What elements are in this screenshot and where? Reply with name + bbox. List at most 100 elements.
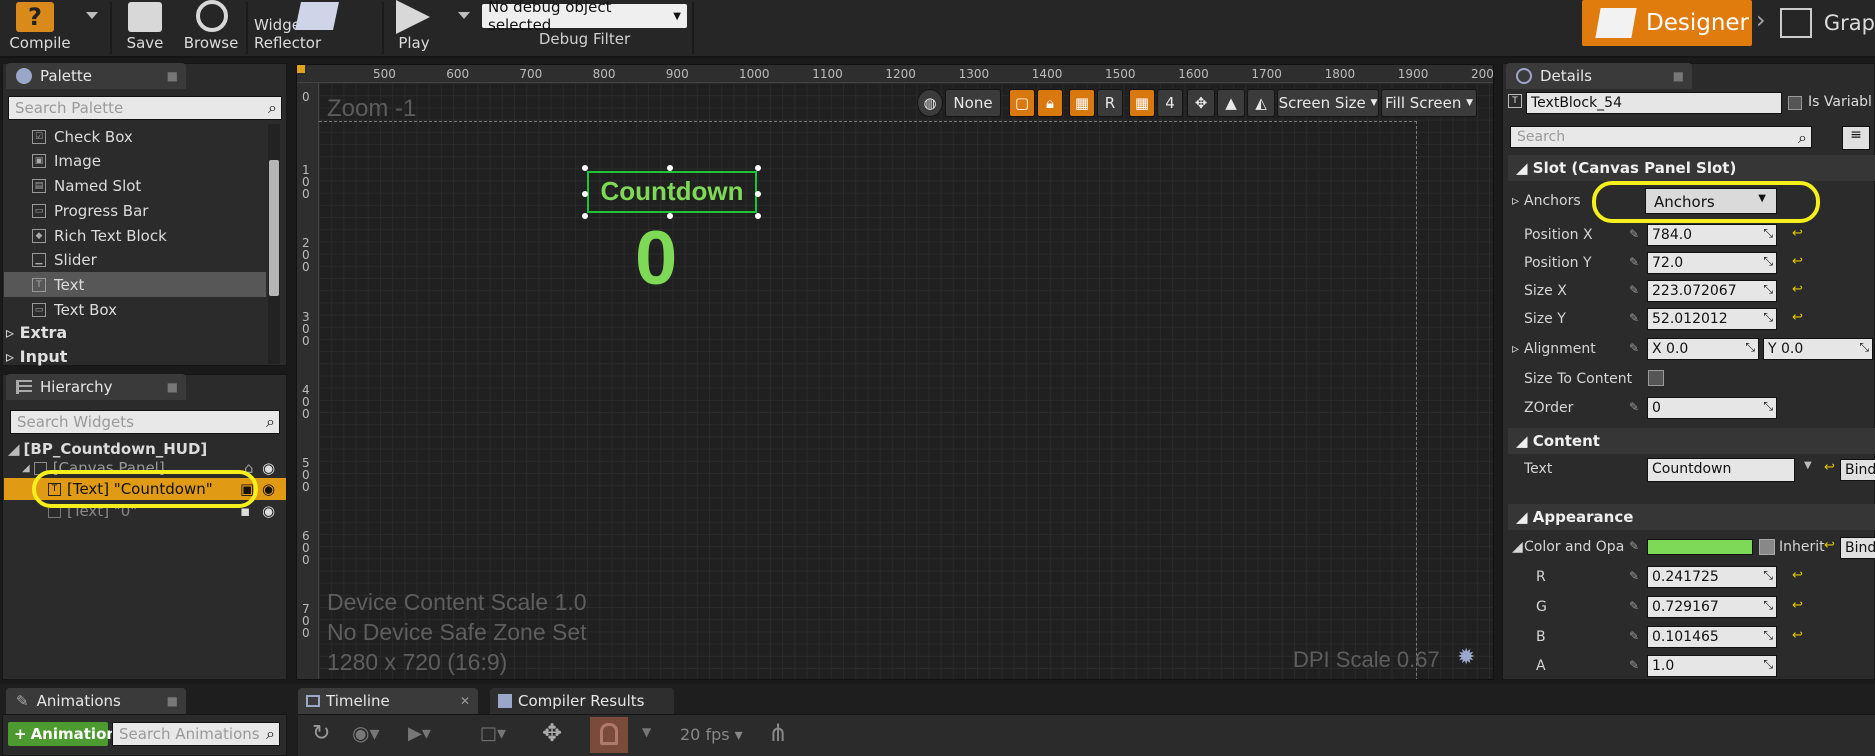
- palette-category-input[interactable]: ▹ Input: [6, 347, 67, 366]
- is-variable-checkbox[interactable]: [1788, 96, 1802, 110]
- position-x-field[interactable]: 784.0 ⤡: [1647, 224, 1777, 246]
- designer-canvas[interactable]: 500 600 700 800 900 1000 1100 1200 1300 1400 1500 1…: [296, 64, 1494, 680]
- tab-details[interactable]: Details ■: [1506, 63, 1692, 89]
- reset-icon[interactable]: ↩: [1792, 598, 1803, 613]
- resize-handle[interactable]: [755, 213, 761, 219]
- palette-item-check-box[interactable]: ☑ Check Box: [4, 124, 266, 149]
- snap-icon[interactable]: ⋔: [768, 719, 788, 747]
- resize-handle[interactable]: [582, 191, 588, 197]
- palette-category-extra[interactable]: ▹ Extra: [6, 323, 67, 342]
- palette-item-progress-bar[interactable]: ▭ Progress Bar: [4, 198, 266, 223]
- zero-text-widget[interactable]: 0: [635, 215, 677, 302]
- alignment-y-field[interactable]: Y 0.0 ⤡: [1763, 338, 1873, 360]
- palette-item-slider[interactable]: ▁ Slider: [4, 247, 266, 272]
- color-b-field[interactable]: 0.101465 ⤡: [1647, 626, 1777, 648]
- bind-icon[interactable]: ✎: [1629, 227, 1639, 241]
- eye-icon[interactable]: ◉▾: [352, 721, 380, 745]
- chevron-down-icon[interactable]: ▼: [1804, 460, 1812, 471]
- palette-item-text-box[interactable]: ▭ Text Box: [4, 297, 266, 322]
- reset-icon[interactable]: ↩: [1792, 254, 1803, 269]
- add-animation-button[interactable]: + Animation: [8, 722, 117, 746]
- browse-button[interactable]: Browse: [180, 0, 242, 56]
- animations-search-input[interactable]: Search Animations ⌕: [112, 722, 280, 746]
- fill-screen-select[interactable]: Fill Screen ▼: [1381, 89, 1477, 117]
- bind-icon[interactable]: ✎: [1629, 283, 1639, 297]
- palette-item-image[interactable]: ▣ Image: [4, 148, 266, 173]
- record-button[interactable]: [590, 717, 628, 753]
- resize-handle[interactable]: [755, 191, 761, 197]
- collapse-arrow-icon[interactable]: ◢: [1512, 539, 1523, 555]
- screen-size-select[interactable]: Screen Size ▼: [1277, 89, 1379, 117]
- respect-locks-icon[interactable]: ▦: [1069, 89, 1095, 117]
- inherit-checkbox[interactable]: [1759, 539, 1775, 555]
- play-button[interactable]: Play: [390, 0, 438, 56]
- eye-icon[interactable]: ◉: [262, 480, 275, 498]
- bind-icon[interactable]: ✎: [1629, 255, 1639, 269]
- color-r-field[interactable]: 0.241725 ⤡: [1647, 566, 1777, 588]
- expand-arrow-icon[interactable]: ▹: [1512, 341, 1519, 357]
- content-section-header[interactable]: ◢ Content: [1508, 428, 1875, 454]
- resize-handle[interactable]: [755, 165, 761, 171]
- refresh-icon[interactable]: ↻: [312, 721, 330, 746]
- reset-icon[interactable]: ↩: [1824, 460, 1835, 475]
- size-to-content-checkbox[interactable]: [1648, 370, 1664, 386]
- compile-button[interactable]: ? Compile: [6, 0, 74, 56]
- debug-object-select[interactable]: No debug object selected ▼: [482, 0, 687, 34]
- bind-icon[interactable]: ✎: [1629, 569, 1639, 583]
- eye-icon[interactable]: ◉: [262, 459, 275, 477]
- reset-icon[interactable]: ↩: [1824, 538, 1835, 553]
- palette-scrollbar[interactable]: [268, 124, 280, 364]
- expand-arrow-icon[interactable]: ▹: [1512, 193, 1519, 209]
- hierarchy-search-input[interactable]: Search Widgets ⌕: [10, 410, 280, 434]
- play-icon[interactable]: ▶▾: [408, 723, 431, 744]
- close-icon[interactable]: ■: [1673, 69, 1684, 83]
- transform-icon[interactable]: ✥: [1187, 89, 1215, 117]
- reset-icon[interactable]: ↩: [1792, 568, 1803, 583]
- resize-handle[interactable]: [582, 213, 588, 219]
- eye-icon[interactable]: ◉: [262, 502, 275, 520]
- palette-item-rich-text-block[interactable]: ◆ Rich Text Block: [4, 223, 266, 248]
- reset-icon[interactable]: ↩: [1792, 310, 1803, 325]
- close-icon[interactable]: ■: [167, 694, 178, 708]
- resize-handle[interactable]: [667, 165, 673, 171]
- position-y-field[interactable]: 72.0 ⤡: [1647, 252, 1777, 274]
- color-g-field[interactable]: 0.729167 ⤡: [1647, 596, 1777, 618]
- alignment-x-field[interactable]: X 0.0 ⤡: [1647, 338, 1759, 360]
- widget-reflector-button[interactable]: Widget Reflector: [254, 0, 378, 56]
- tab-timeline[interactable]: Timeline ✕: [298, 688, 478, 714]
- countdown-widget[interactable]: Countdown: [587, 171, 757, 213]
- palette-item-text[interactable]: T Text: [4, 272, 266, 297]
- designer-mode-button[interactable]: Designer: [1582, 0, 1752, 46]
- play-options-arrow-icon[interactable]: [458, 12, 470, 19]
- reset-icon[interactable]: ↩: [1792, 226, 1803, 241]
- resize-handle[interactable]: [582, 165, 588, 171]
- bind-icon[interactable]: ✎: [1629, 311, 1639, 325]
- close-icon[interactable]: ■: [167, 69, 178, 83]
- size-y-field[interactable]: 52.012012 ⤡: [1647, 308, 1777, 330]
- details-search-input[interactable]: Search ⌕: [1510, 126, 1812, 148]
- text-value-field[interactable]: Countdown: [1647, 458, 1795, 482]
- bind-icon[interactable]: ✎: [1629, 400, 1639, 414]
- size-x-field[interactable]: 223.072067 ⤡: [1647, 280, 1777, 302]
- save-button[interactable]: Save: [120, 0, 170, 56]
- close-icon[interactable]: ✕: [460, 694, 470, 708]
- flip-icon[interactable]: ◭: [1247, 89, 1275, 117]
- tab-palette[interactable]: Palette ■: [6, 63, 186, 89]
- tab-compiler-results[interactable]: Compiler Results: [490, 688, 674, 714]
- bind-color-button[interactable]: Bind: [1840, 537, 1875, 559]
- bind-icon[interactable]: ✎: [1629, 599, 1639, 613]
- bind-text-button[interactable]: Bind: [1840, 459, 1875, 481]
- grid-size-select[interactable]: 4: [1157, 89, 1183, 117]
- slot-section-header[interactable]: ◢ Slot (Canvas Panel Slot): [1508, 155, 1875, 181]
- chevron-down-icon[interactable]: ▼: [642, 725, 651, 739]
- locale-select[interactable]: None: [945, 89, 1001, 117]
- bind-icon[interactable]: ✎: [1629, 341, 1639, 355]
- tab-animations[interactable]: ✎ Animations ■: [6, 688, 186, 714]
- reset-icon[interactable]: ↩: [1792, 282, 1803, 297]
- color-a-field[interactable]: 1.0 ⤡: [1647, 655, 1777, 677]
- fps-select[interactable]: 20 fps ▾: [680, 725, 743, 744]
- outline-toggle-icon[interactable]: ▢: [1009, 89, 1035, 117]
- appearance-section-header[interactable]: ◢ Appearance: [1508, 504, 1875, 530]
- compile-options-arrow-icon[interactable]: [86, 12, 98, 19]
- zorder-field[interactable]: 0 ⤡: [1647, 397, 1777, 419]
